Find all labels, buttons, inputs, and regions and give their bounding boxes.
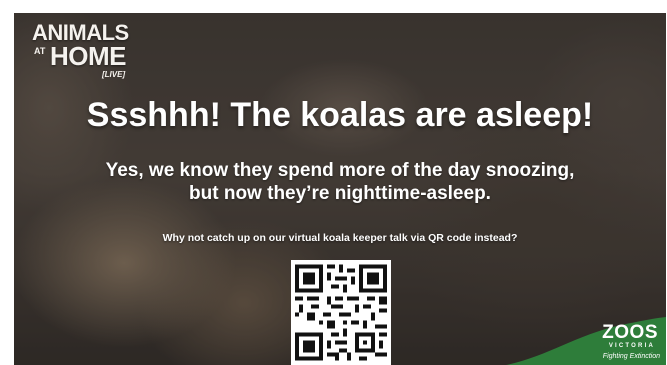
logo-line2: HOME [50,41,127,71]
qr-code-graphic [291,260,391,365]
zoos-logo-tagline: Fighting Extinction [602,353,660,360]
zoos-logo-sub: VICTORIA [608,343,655,349]
broadcast-slide: ANIMALS AT HOME [LIVE] Ssshhh! The koala… [14,13,666,365]
subtext-line1: Yes, we know they spend more of the day … [105,160,575,181]
qr-call-to-action: Why not catch up on our virtual koala ke… [162,232,518,244]
zoos-logo-name: ZOOS [602,322,658,343]
zoos-victoria-logo: ZOOS VICTORIA Fighting Extinction [506,317,666,365]
subtext: Yes, we know they spend more of the day … [14,159,666,205]
headline: Ssshhh! The koalas are asleep! [86,96,594,134]
logo-live: [LIVE] [102,70,126,79]
logo-at: AT [34,46,46,56]
qr-code-icon[interactable] [291,260,391,365]
animals-at-home-logo: ANIMALS AT HOME [LIVE] [32,22,142,88]
subtext-line2: but now they’re nighttime-asleep. [189,183,491,204]
